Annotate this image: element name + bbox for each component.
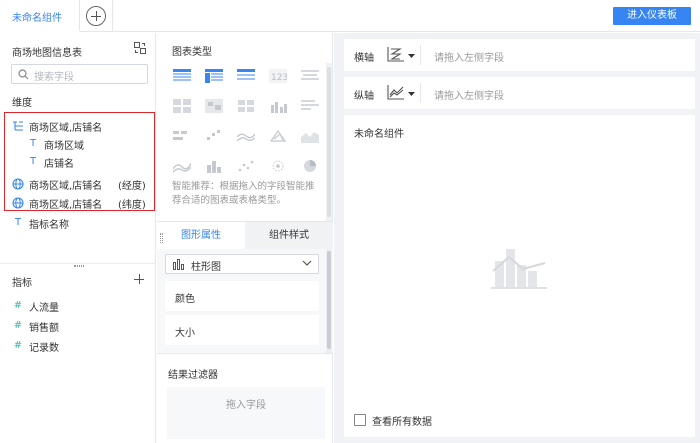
heatmap-icon[interactable]	[205, 99, 223, 113]
bar-table-icon[interactable]	[301, 99, 319, 113]
kpi-number-icon[interactable]: 123	[269, 69, 287, 83]
switch-dataset-icon[interactable]	[134, 42, 146, 54]
enter-dashboard-button[interactable]: 进入仪表板	[613, 7, 691, 25]
property-panel: 图表类型 123 智能推荐：根据拖入的字段智能推荐合适的图表或表格类型。 图形属…	[157, 33, 333, 443]
field-label: 指标名称	[29, 220, 69, 231]
tab-component[interactable]: 未命名组件	[0, 0, 80, 32]
grid-table-icon[interactable]	[173, 99, 191, 113]
axis-divider	[420, 45, 421, 65]
chart-type-title: 图表类型	[172, 47, 212, 58]
point-map-icon[interactable]	[269, 159, 287, 173]
line-chart-icon[interactable]	[237, 129, 255, 143]
measure-field-count[interactable]: # 记录数	[12, 337, 142, 355]
field-label: 人流量	[29, 303, 59, 314]
hash-icon: #	[13, 300, 23, 311]
svg-text:123: 123	[271, 73, 287, 83]
text-icon: T	[14, 217, 22, 228]
view-all-data-checkbox[interactable]	[354, 414, 366, 426]
field-panel: 商场地图信息表 搜索字段 维度 商场区域,店铺名 T 商场区域 T 店铺名 商场…	[0, 33, 156, 443]
scatter-chart-icon[interactable]	[237, 159, 255, 173]
add-tab-icon[interactable]	[86, 6, 106, 26]
search-icon	[18, 69, 29, 80]
tab-divider	[112, 0, 113, 32]
y-axis-placeholder: 请拖入左侧字段	[434, 91, 504, 102]
chart-type-select[interactable]: 柱形图	[165, 254, 319, 274]
filter-drop-zone[interactable]: 拖入字段	[167, 387, 325, 439]
x-axis-label: 横轴	[354, 53, 374, 64]
filter-divider	[157, 353, 333, 354]
text-widget-icon[interactable]	[301, 69, 319, 83]
chevron-down-icon	[302, 260, 312, 266]
view-all-data-label[interactable]: 查看所有数据	[372, 413, 432, 428]
grouped-bar-icon[interactable]	[269, 99, 287, 113]
area-chart-icon[interactable]	[301, 129, 319, 143]
smart-recommend-tip: 智能推荐：根据拖入的字段智能推荐合适的图表或表格类型。	[172, 181, 315, 206]
stacked-bar-icon[interactable]	[173, 129, 191, 143]
dimension-section-label: 维度	[12, 98, 32, 109]
panel-drag-handle[interactable]	[160, 233, 163, 243]
cross-table-icon[interactable]	[205, 69, 223, 83]
chart-canvas[interactable]: 未命名组件 查看所有数据	[344, 115, 695, 437]
property-color-label: 颜色	[175, 294, 195, 305]
chart-area: 横轴 请拖入左侧字段 纵轴 请拖入左侧字段 未命名组件 查看所有数据	[334, 33, 700, 443]
chart-type-scroll-thumb[interactable]	[327, 67, 331, 217]
tab-component-style[interactable]: 组件样式	[245, 222, 333, 250]
property-tabs: 图形属性 组件样式	[157, 221, 333, 250]
filter-drop-label: 拖入字段	[226, 400, 266, 411]
column-chart-icon[interactable]	[205, 159, 223, 173]
x-axis-chart-icon[interactable]	[387, 46, 405, 62]
search-placeholder: 搜索字段	[34, 72, 74, 83]
chevron-down-icon[interactable]	[408, 54, 415, 59]
y-axis-chart-icon[interactable]	[387, 84, 405, 100]
search-field-input[interactable]: 搜索字段	[11, 64, 148, 84]
field-label: 销售额	[29, 323, 59, 334]
radar-chart-icon[interactable]	[269, 129, 287, 143]
pie-chart-icon[interactable]	[301, 159, 319, 173]
chevron-down-icon[interactable]	[408, 92, 415, 97]
top-bar: 未命名组件 进入仪表板	[0, 0, 700, 32]
measure-section-label: 指标	[12, 278, 32, 289]
graph-property-area: 柱形图 颜色 大小	[157, 249, 333, 353]
dimension-field-metric-name[interactable]: T 指标名称	[12, 214, 152, 232]
column-chart-icon	[173, 259, 184, 270]
measure-field-sales[interactable]: # 销售额	[12, 317, 142, 335]
detail-table-icon[interactable]	[237, 69, 255, 83]
dataset-title: 商场地图信息表	[12, 48, 82, 59]
property-color[interactable]: 颜色	[165, 281, 319, 311]
wave-chart-icon[interactable]	[173, 159, 191, 173]
y-axis-drop-row[interactable]: 纵轴 请拖入左侧字段	[344, 77, 695, 109]
axis-divider	[420, 83, 421, 103]
result-filter-title: 结果过滤器	[168, 370, 218, 381]
canvas-title: 未命名组件	[354, 129, 404, 140]
y-axis-label: 纵轴	[354, 91, 374, 102]
empty-chart-icon	[491, 249, 547, 289]
hash-icon: #	[13, 340, 23, 351]
measure-field-traffic[interactable]: # 人流量	[12, 297, 142, 315]
pivot-map-icon[interactable]	[237, 99, 255, 113]
step-chart-icon[interactable]	[205, 129, 223, 143]
table-icon[interactable]	[173, 69, 191, 83]
chart-type-select-label: 柱形图	[191, 262, 221, 273]
add-measure-icon[interactable]	[134, 274, 144, 284]
field-label: 记录数	[29, 343, 59, 354]
tab-graph-property[interactable]: 图形属性	[157, 222, 245, 250]
property-size-label: 大小	[175, 328, 195, 339]
x-axis-placeholder: 请拖入左侧字段	[434, 53, 504, 64]
property-size[interactable]: 大小	[165, 315, 319, 345]
resize-handle[interactable]	[74, 265, 84, 267]
section-divider	[0, 263, 156, 264]
x-axis-drop-row[interactable]: 横轴 请拖入左侧字段	[344, 39, 695, 71]
tab-component-label: 未命名组件	[12, 13, 62, 24]
highlight-box	[4, 112, 155, 211]
property-scroll-thumb[interactable]	[327, 251, 331, 349]
hash-icon: #	[13, 320, 23, 331]
